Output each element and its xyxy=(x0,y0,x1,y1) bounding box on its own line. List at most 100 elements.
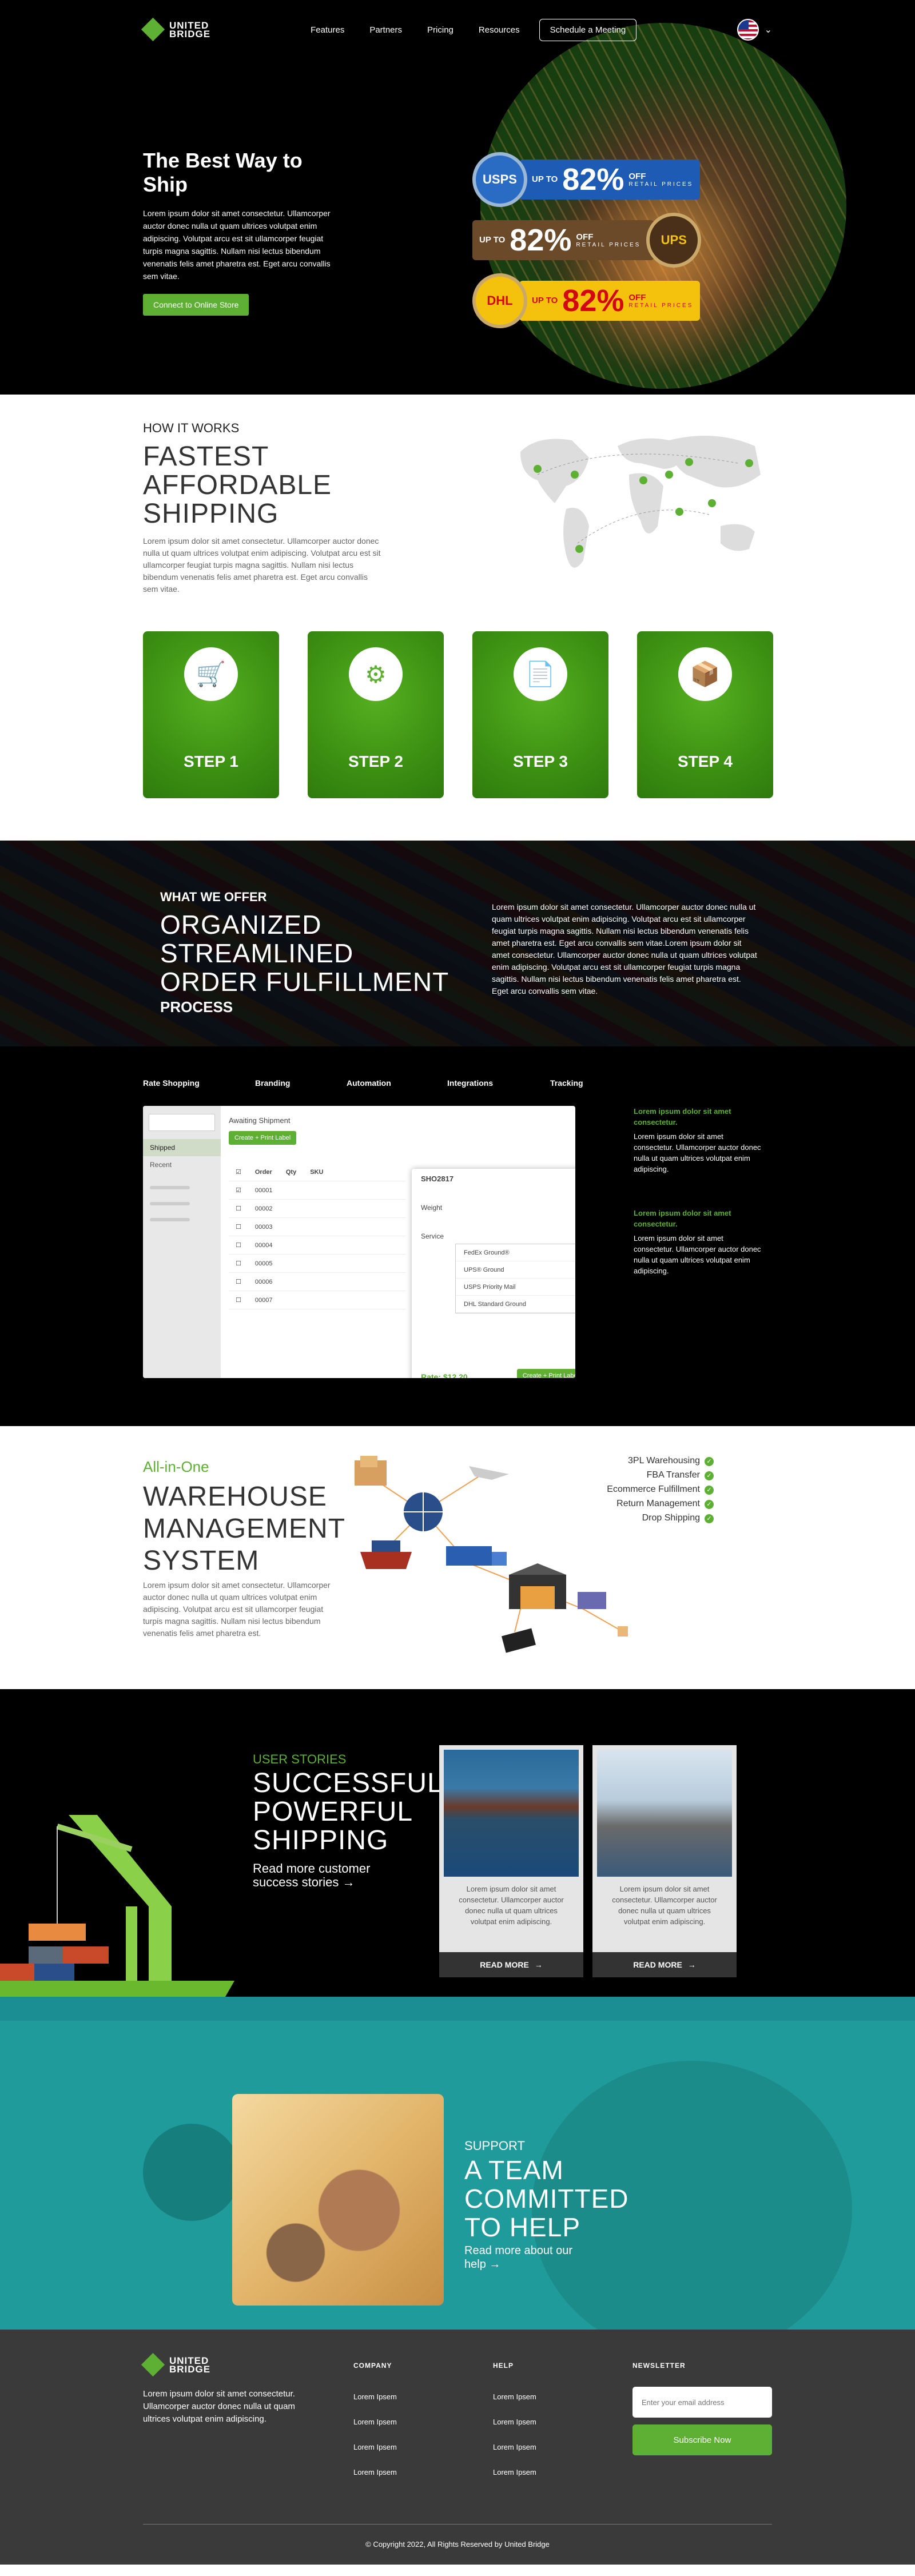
read-more-button[interactable]: READ MORE → xyxy=(592,1952,737,1977)
offer-kicker: WHAT WE OFFER xyxy=(160,890,267,904)
footer-link[interactable]: Lorem Ipsem xyxy=(353,2435,397,2460)
subscribe-button[interactable]: Subscribe Now xyxy=(632,2424,772,2455)
step-label: STEP 1 xyxy=(184,753,238,770)
footer-link[interactable]: Lorem Ipsem xyxy=(493,2384,536,2410)
language-selector[interactable]: ⌄ xyxy=(737,19,772,41)
service-option: USPS Priority Mail xyxy=(456,1279,575,1296)
top-nav: UNITED BRIDGE Features Partners Pricing R… xyxy=(0,0,915,59)
hero-title: The Best Way to Ship xyxy=(143,149,303,196)
mock-shipping-panel: SHO2817 Weight Service FedEx Ground® UPS… xyxy=(412,1169,575,1378)
how-body: Lorem ipsum dolor sit amet consectetur. … xyxy=(143,536,381,594)
stories-more-link[interactable]: Read more customer success stories → xyxy=(253,1862,390,1889)
usps-logo-icon: USPS xyxy=(472,152,527,207)
stories-kicker: USER STORIES xyxy=(253,1752,347,1766)
wms-title: WAREHOUSE MANAGEMENT SYSTEM xyxy=(143,1482,345,1576)
copyright-text: © Copyright 2022, All Rights Reserved by… xyxy=(365,2540,550,2549)
support-agent-photo xyxy=(232,2094,444,2306)
tab-rate-shopping[interactable]: Rate Shopping xyxy=(143,1078,255,1088)
feature-note-body: Lorem ipsum dolor sit amet consectetur. … xyxy=(634,1132,761,1173)
service-option: DHL Standard Ground xyxy=(456,1296,575,1313)
step-card[interactable]: ⚙ STEP 2 xyxy=(308,631,444,798)
tab-tracking[interactable]: Tracking xyxy=(550,1078,583,1088)
mock-search xyxy=(149,1114,215,1131)
ups-discount-badge: UP TO 82% OFF RETAIL PRICES UPS xyxy=(472,213,702,268)
offer-subtitle: PROCESS xyxy=(160,998,233,1016)
nav-partners[interactable]: Partners xyxy=(369,25,402,35)
mock-side-active: Shipped xyxy=(143,1139,221,1156)
tab-branding[interactable]: Branding xyxy=(255,1078,347,1088)
footer-link[interactable]: Lorem Ipsem xyxy=(353,2410,397,2435)
wms-feature-item: FBA Transfer ✓ xyxy=(607,1468,714,1482)
support-section: SUPPORT A TEAM COMMITTED TO HELP Read mo… xyxy=(0,2021,915,2330)
story-card: Lorem ipsum dolor sit amet consectetur. … xyxy=(439,1745,583,1977)
schedule-meeting-button[interactable]: Schedule a Meeting xyxy=(539,18,637,41)
footer-link[interactable]: Lorem Ipsem xyxy=(493,2435,536,2460)
order-id: 00005 xyxy=(254,1260,273,1267)
brand-logo[interactable]: UNITED BRIDGE xyxy=(141,17,210,42)
usps-discount-badge: USPS UP TO 82% OFF RETAIL PRICES xyxy=(472,152,701,207)
weight-label: Weight xyxy=(421,1204,443,1212)
step-card[interactable]: 📄 STEP 3 xyxy=(472,631,608,798)
footer-link[interactable]: Lorem Ipsem xyxy=(353,2460,397,2485)
order-id: 00001 xyxy=(254,1187,273,1194)
package-location-icon: 📦 xyxy=(678,647,732,701)
brand-line2: BRIDGE xyxy=(169,2364,211,2375)
read-more-button[interactable]: READ MORE → xyxy=(439,1952,583,1977)
story-image xyxy=(597,1750,732,1877)
footer-link[interactable]: Lorem Ipsem xyxy=(353,2384,397,2410)
tab-automation[interactable]: Automation xyxy=(347,1078,447,1088)
off-text: OFF xyxy=(576,232,594,242)
tab-integrations[interactable]: Integrations xyxy=(447,1078,550,1088)
feature-tabs: Rate Shopping Branding Automation Integr… xyxy=(143,1078,583,1088)
arrow-right-icon: → xyxy=(687,1960,696,1969)
footer-newsletter-col: NEWSLETTER xyxy=(632,2362,686,2384)
wms-feature-item: 3PL Warehousing ✓ xyxy=(607,1454,714,1468)
mock-order-table: ☑ Order Qty SKU ☑ 00001 ☐ 00002 ☐ 00003 ☐ 00004… xyxy=(229,1163,406,1309)
feature-note-title: Lorem ipsum dolor sit amet consectetur. xyxy=(634,1209,731,1228)
step-card[interactable]: 🛒 STEP 1 xyxy=(143,631,279,798)
col-header: Order xyxy=(254,1168,272,1176)
step-card[interactable]: 📦 STEP 4 xyxy=(637,631,773,798)
nav-features[interactable]: Features xyxy=(311,25,344,35)
order-id: 00004 xyxy=(254,1241,273,1249)
hero-body: Lorem ipsum dolor sit amet consectetur. … xyxy=(143,209,331,281)
nav-resources[interactable]: Resources xyxy=(479,25,520,35)
step-label: STEP 3 xyxy=(513,753,568,770)
col-header: SKU xyxy=(310,1168,324,1176)
how-it-works-section: HOW IT WORKS FASTEST AFFORDABLE SHIPPING… xyxy=(0,395,915,841)
feature-note-title: Lorem ipsum dolor sit amet consectetur. xyxy=(634,1107,731,1126)
newsletter-email-input[interactable] xyxy=(632,2387,772,2418)
panel-title: SHO2817 xyxy=(421,1174,454,1183)
footer-divider xyxy=(143,2524,772,2525)
service-option: UPS® Ground xyxy=(456,1261,575,1279)
support-more-link[interactable]: Read more about our help → xyxy=(464,2244,579,2271)
rate-text: Rate: $12.20 xyxy=(421,1372,468,1378)
check-icon: ✓ xyxy=(705,1514,714,1523)
stories-title: SUCCESSFUL POWERFUL SHIPPING xyxy=(253,1768,442,1856)
col-header: Qty xyxy=(285,1168,297,1176)
footer-logo[interactable]: UNITED BRIDGE xyxy=(141,2352,211,2377)
logo-mark-icon xyxy=(141,2352,165,2377)
mock-header: Awaiting Shipment xyxy=(229,1116,291,1125)
order-id: 00007 xyxy=(254,1296,273,1304)
check-icon: ✓ xyxy=(705,1500,714,1509)
footer-col-title: HELP xyxy=(493,2362,514,2370)
footer-link[interactable]: Lorem Ipsem xyxy=(493,2460,536,2485)
warehouse-section: All-in-One WAREHOUSE MANAGEMENT SYSTEM L… xyxy=(0,1426,915,1689)
service-label: Service xyxy=(421,1232,444,1240)
app-mockup: Shipped Recent Awaiting Shipment Create … xyxy=(143,1106,575,1378)
crane-ship-illustration xyxy=(0,1815,234,2021)
mock-print-pill: Create + Print Label xyxy=(229,1131,297,1145)
wms-body: Lorem ipsum dolor sit amet consectetur. … xyxy=(143,1580,331,1638)
story-image xyxy=(444,1750,579,1877)
feature-note-body: Lorem ipsum dolor sit amet consectetur. … xyxy=(634,1234,761,1275)
upto-text: UP TO xyxy=(532,174,558,184)
world-map-image xyxy=(520,436,761,568)
footer-link[interactable]: Lorem Ipsem xyxy=(493,2410,536,2435)
feature-note: Lorem ipsum dolor sit amet consectetur. … xyxy=(634,1106,765,1174)
connect-store-button[interactable]: Connect to Online Store xyxy=(143,294,249,316)
off-text: OFF xyxy=(628,171,646,181)
steps-row: 🛒 STEP 1 ⚙ STEP 2 📄 STEP 3 📦 STEP 4 xyxy=(143,631,773,798)
wms-kicker: All-in-One xyxy=(143,1458,209,1475)
nav-pricing[interactable]: Pricing xyxy=(427,25,453,35)
